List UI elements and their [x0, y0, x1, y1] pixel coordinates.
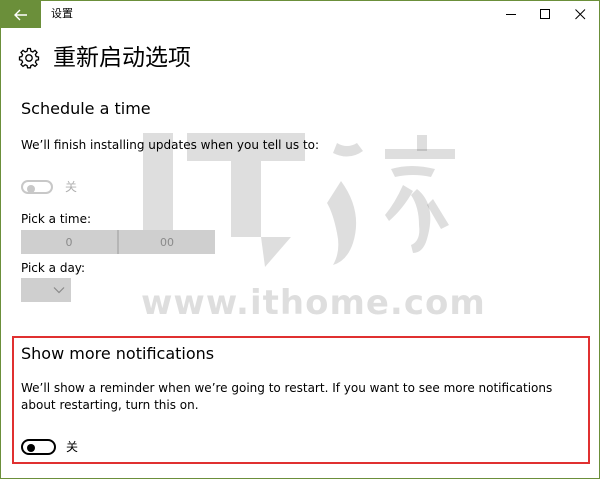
- hour-field[interactable]: 0: [21, 230, 119, 254]
- maximize-icon: [539, 9, 550, 19]
- watermark-logo: [143, 133, 455, 267]
- pick-day-label: Pick a day:: [21, 261, 86, 275]
- close-icon: [574, 9, 585, 20]
- schedule-toggle[interactable]: [21, 180, 53, 194]
- day-picker[interactable]: [21, 278, 71, 302]
- minimize-button[interactable]: [494, 1, 528, 28]
- close-button[interactable]: [563, 1, 597, 28]
- toggle-knob: [27, 444, 35, 452]
- chevron-down-icon: [53, 287, 65, 294]
- minute-field[interactable]: 00: [119, 230, 215, 254]
- schedule-toggle-label: 关: [65, 180, 78, 194]
- back-button[interactable]: [1, 1, 41, 28]
- watermark-text: www.ithome.com: [141, 283, 486, 323]
- schedule-heading: Schedule a time: [21, 99, 151, 118]
- notifications-description: We’ll show a reminder when we’re going t…: [21, 381, 553, 412]
- notifications-toggle[interactable]: [21, 439, 56, 455]
- page-title: 重新启动选项: [53, 45, 191, 71]
- settings-window: 设置 重新启动选项 www.ithome.com Schedule a time…: [0, 0, 600, 479]
- pick-time-label: Pick a time:: [21, 212, 91, 226]
- window-title: 设置: [51, 7, 73, 20]
- schedule-description: We’ll finish installing updates when you…: [21, 138, 320, 152]
- toggle-knob: [27, 185, 35, 193]
- notifications-heading: Show more notifications: [21, 344, 215, 363]
- title-bar: 设置: [1, 1, 599, 28]
- minimize-icon: [505, 14, 516, 15]
- time-picker[interactable]: 0 00: [21, 230, 215, 254]
- maximize-button[interactable]: [528, 1, 562, 28]
- gear-icon: [18, 47, 40, 69]
- notifications-toggle-label: 关: [66, 440, 79, 454]
- back-arrow-icon: [14, 9, 27, 20]
